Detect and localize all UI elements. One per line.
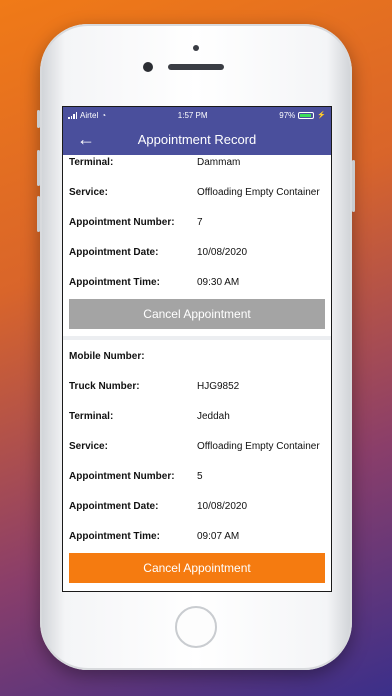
appointment-number-label: Appointment Number: (69, 471, 175, 482)
terminal-label: Terminal: (69, 411, 114, 422)
record1-date-row: Appointment Date: 10/08/2020 (69, 247, 247, 258)
home-button[interactable] (175, 606, 217, 648)
power-button (352, 160, 355, 212)
service-value: Offloading Empty Container (197, 187, 320, 198)
record2-truck-row: Truck Number: HJG9852 (69, 381, 239, 392)
status-bar: Airtel ◔ 1:57 PM 97% ⚡ (63, 107, 331, 123)
proximity-sensor (193, 45, 199, 51)
signal-icon (68, 111, 77, 119)
appointment-time-value: 09:07 AM (197, 531, 240, 542)
earpiece-speaker (168, 64, 224, 70)
record1-number-row: Appointment Number: 7 (69, 217, 203, 228)
battery-percent: 97% (279, 110, 296, 120)
page-title: Appointment Record (137, 131, 257, 147)
mobile-number-label: Mobile Number: (69, 351, 145, 362)
appointment-date-value: 10/08/2020 (197, 247, 248, 258)
appointment-number-label: Appointment Number: (69, 217, 175, 228)
appointment-number-value: 7 (197, 217, 203, 228)
volume-up-button (37, 150, 40, 186)
volume-down-button (37, 196, 40, 232)
terminal-label: Terminal: (69, 157, 114, 168)
record2-number-row: Appointment Number: 5 (69, 471, 203, 482)
appointment-date-label: Appointment Date: (69, 501, 159, 512)
app-screen: Airtel ◔ 1:57 PM 97% ⚡ ← Appointment Rec… (62, 106, 332, 592)
service-value: Offloading Empty Container (197, 441, 320, 452)
record2-service-row: Service: Offloading Empty Container (69, 441, 320, 452)
truck-number-label: Truck Number: (69, 381, 140, 392)
record2-date-row: Appointment Date: 10/08/2020 (69, 501, 247, 512)
record2-time-row: Appointment Time: 09:07 AM (69, 531, 239, 542)
record1-terminal-row: Terminal: Dammam (69, 157, 240, 168)
appointment-date-label: Appointment Date: (69, 247, 159, 258)
mute-switch (37, 110, 40, 128)
charging-icon: ⚡ (317, 112, 326, 119)
wifi-icon: ◔ (101, 110, 107, 120)
record1-service-row: Service: Offloading Empty Container (69, 187, 320, 198)
appointment-number-value: 5 (197, 471, 203, 482)
record1-time-row: Appointment Time: 09:30 AM (69, 277, 239, 288)
battery-icon (298, 111, 315, 119)
front-camera (143, 62, 153, 72)
nav-bar: ← Appointment Record (63, 123, 331, 155)
carrier-name: Airtel (80, 110, 99, 120)
truck-number-value: HJG9852 (197, 381, 240, 392)
terminal-value: Dammam (197, 157, 241, 168)
service-label: Service: (69, 441, 108, 452)
cancel-appointment-button[interactable]: Cancel Appointment (69, 553, 325, 583)
appointment-date-value: 10/08/2020 (197, 501, 248, 512)
terminal-value: Jeddah (197, 411, 230, 422)
appointment-time-label: Appointment Time: (69, 277, 160, 288)
status-time: 1:57 PM (177, 110, 208, 120)
appointment-time-label: Appointment Time: (69, 531, 160, 542)
record2-terminal-row: Terminal: Jeddah (69, 411, 230, 422)
appointment-time-value: 09:30 AM (197, 277, 240, 288)
service-label: Service: (69, 187, 108, 198)
record2-mobile-row: Mobile Number: (69, 351, 197, 362)
record-divider (63, 336, 331, 340)
cancel-appointment-button-disabled[interactable]: Cancel Appointment (69, 299, 325, 329)
back-arrow-icon[interactable]: ← (73, 129, 99, 149)
